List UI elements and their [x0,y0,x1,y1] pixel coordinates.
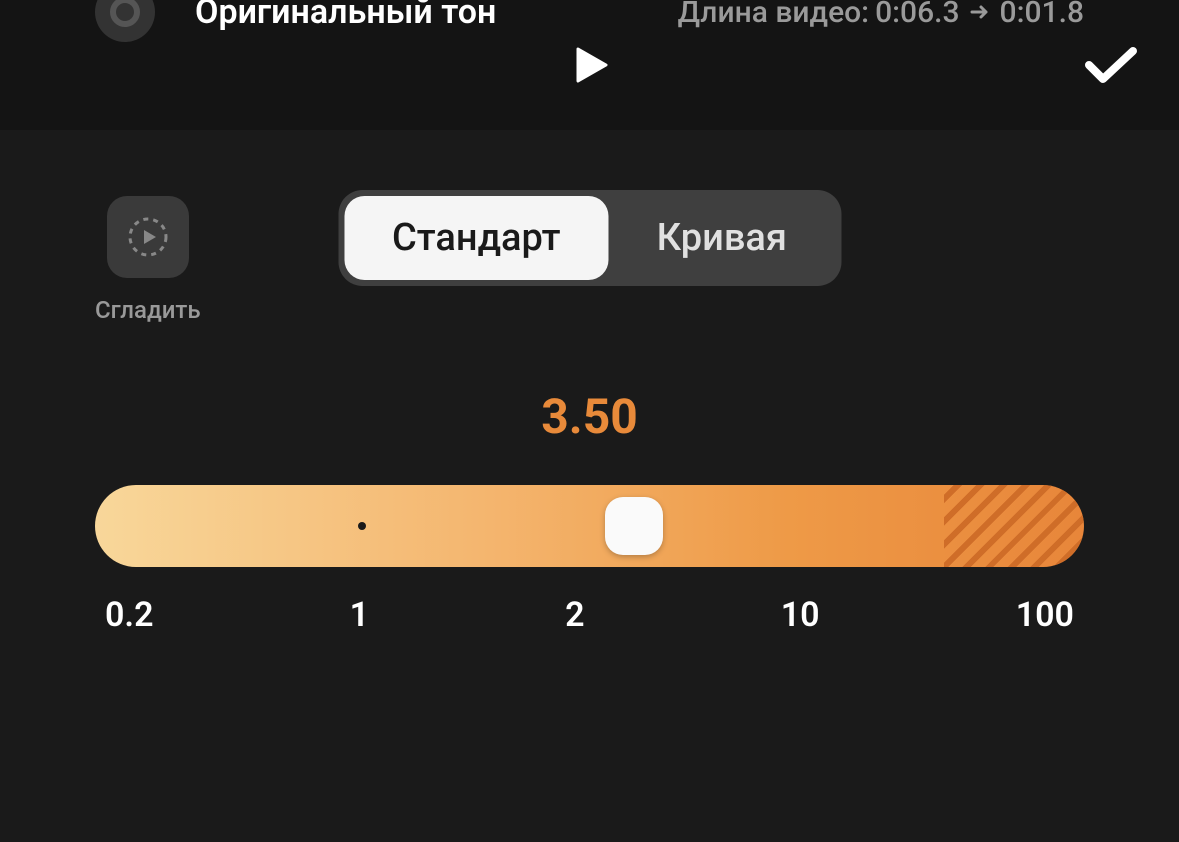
slider-track [95,485,1084,567]
tab-standard[interactable]: Стандарт [344,196,609,280]
arrow-right-icon [970,0,990,30]
slider-tick-labels: 0.2 1 2 10 100 [95,595,1084,635]
tab-curve[interactable]: Кривая [609,196,835,280]
confirm-button[interactable] [1083,45,1139,85]
speed-slider[interactable]: 0.2 1 2 10 100 [95,485,1084,635]
slider-hatch-zone [944,485,1084,567]
tick-label: 10 [781,595,820,635]
tick-label: 2 [565,595,584,635]
video-duration-info: Длина видео: 0:06.3 0:01.8 [678,0,1084,30]
original-tone-group: Оригинальный тон [95,0,496,42]
duration-to: 0:01.8 [1000,0,1084,30]
slider-thumb[interactable] [605,497,663,555]
tick-label: 0.2 [105,595,154,635]
smooth-label: Сгладить [95,296,201,324]
smooth-play-icon [126,215,170,259]
smooth-button[interactable] [107,196,189,278]
bottom-row: Оригинальный тон Длина видео: 0:06.3 0:0… [95,0,1084,42]
smooth-group: Сгладить [95,196,201,324]
original-tone-toggle[interactable] [95,0,155,42]
slider-default-marker [358,522,366,530]
play-button[interactable] [565,40,615,90]
tick-label: 100 [1016,595,1074,635]
duration-from: 0:06.3 [875,0,959,30]
play-icon [568,43,612,87]
duration-prefix: Длина видео: [678,0,869,30]
tick-label: 1 [350,595,369,635]
speed-value: 3.50 [541,388,638,445]
checkmark-icon [1083,45,1139,85]
tab-segment: Стандарт Кривая [338,190,841,286]
original-tone-label: Оригинальный тон [195,0,496,32]
radio-circle-icon [110,0,140,27]
